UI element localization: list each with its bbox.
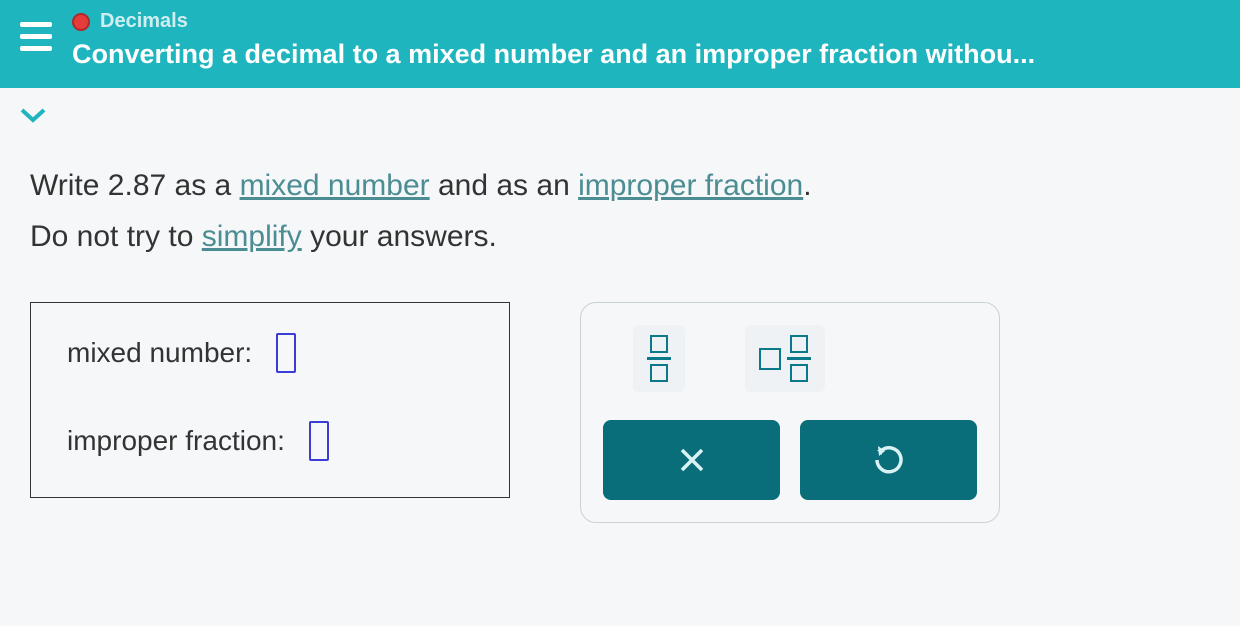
tool-row [603,325,977,392]
improper-fraction-label: improper fraction: [67,425,285,457]
improper-fraction-input[interactable] [309,421,329,461]
category-label: Decimals [100,10,188,33]
work-area: mixed number: improper fraction: [30,302,1210,523]
chevron-down-icon[interactable] [18,100,48,130]
undo-icon [871,442,907,478]
q-end1: . [803,169,811,202]
q-line2b: your answers. [302,220,497,253]
fraction-icon [787,335,811,382]
question-text: Write 2.87 as a mixed number and as an i… [30,160,1210,262]
reset-button[interactable] [800,420,977,500]
mixed-number-label: mixed number: [67,337,252,369]
answer-box: mixed number: improper fraction: [30,302,510,498]
record-dot-icon [72,13,90,31]
whole-part-icon [759,348,781,370]
tool-panel [580,302,1000,523]
q-prefix: Write [30,169,108,202]
fraction-tool-button[interactable] [633,325,685,392]
link-mixed-number[interactable]: mixed number [240,169,430,202]
page-title: Converting a decimal to a mixed number a… [72,39,1220,70]
q-mid1: as a [166,169,239,202]
mixed-number-row: mixed number: [67,333,473,373]
fraction-icon [647,335,671,382]
action-row [603,420,977,500]
link-simplify[interactable]: simplify [202,220,302,253]
q-value: 2.87 [108,169,166,202]
mixed-number-input[interactable] [276,333,296,373]
header-text: Decimals Converting a decimal to a mixed… [72,10,1220,70]
x-icon [675,443,709,477]
menu-icon[interactable] [20,22,52,51]
header: Decimals Converting a decimal to a mixed… [0,0,1240,88]
q-mid2: and as an [430,169,578,202]
content: Write 2.87 as a mixed number and as an i… [0,130,1240,553]
link-improper-fraction[interactable]: improper fraction [578,169,803,202]
q-line2a: Do not try to [30,220,202,253]
category-row: Decimals [72,10,1220,33]
improper-fraction-row: improper fraction: [67,421,473,461]
collapse-toggle-wrap [0,88,1240,130]
clear-button[interactable] [603,420,780,500]
mixed-number-tool-button[interactable] [745,325,825,392]
